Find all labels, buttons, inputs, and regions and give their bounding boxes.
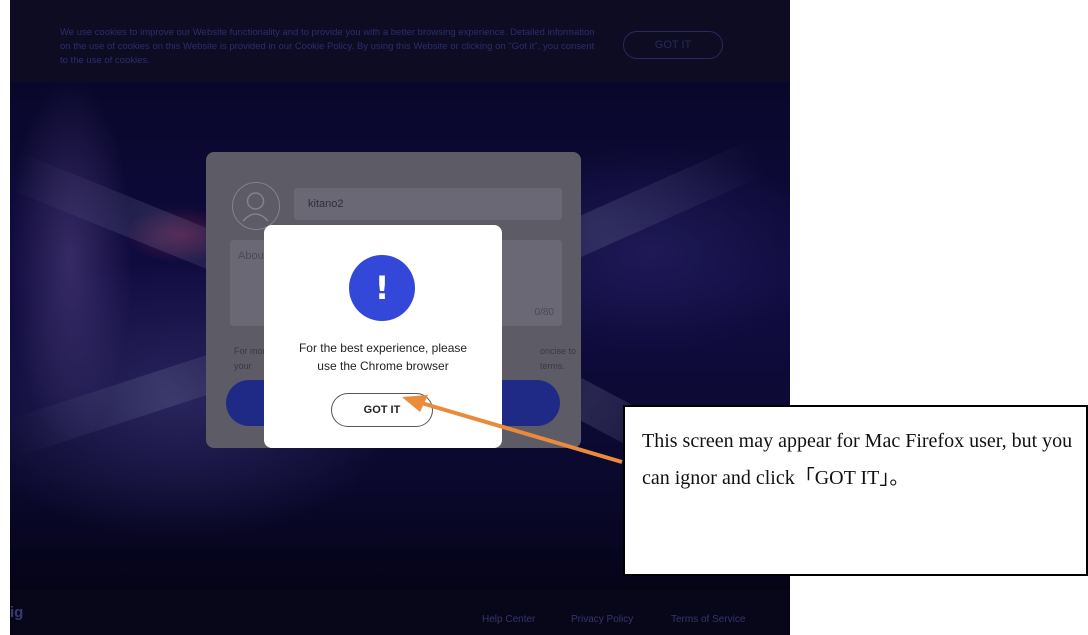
cookie-banner-text: We use cookies to improve our Website fu…: [60, 27, 595, 66]
terms-of-service-link[interactable]: Terms of Service: [671, 614, 745, 625]
cookie-got-it-button[interactable]: GOT IT: [623, 31, 723, 59]
exclamation-icon: !: [349, 255, 415, 321]
cookie-banner: We use cookies to improve our Website fu…: [10, 0, 790, 82]
terms-text-left: For mor your: [234, 346, 266, 371]
char-counter: 0/80: [534, 307, 554, 318]
privacy-policy-link[interactable]: Privacy Policy: [571, 614, 633, 625]
footer: ig Help Center Privacy Policy Terms of S…: [10, 590, 790, 635]
exclamation-glyph: !: [374, 269, 390, 307]
browser-warning-dialog: ! For the best experience, please use th…: [264, 225, 502, 448]
username-input[interactable]: kitano2: [294, 188, 562, 220]
annotation-callout: This screen may appear for Mac Firefox u…: [623, 405, 1088, 576]
user-icon: [242, 192, 269, 222]
dialog-message: For the best experience, please use the …: [298, 341, 468, 373]
about-placeholder: About: [238, 250, 267, 262]
avatar[interactable]: [232, 182, 280, 230]
terms-text-right: oncise to terms.: [540, 346, 577, 371]
help-center-link[interactable]: Help Center: [482, 614, 535, 625]
dialog-got-it-button[interactable]: GOT IT: [331, 393, 433, 427]
footer-logo: ig: [10, 604, 24, 621]
